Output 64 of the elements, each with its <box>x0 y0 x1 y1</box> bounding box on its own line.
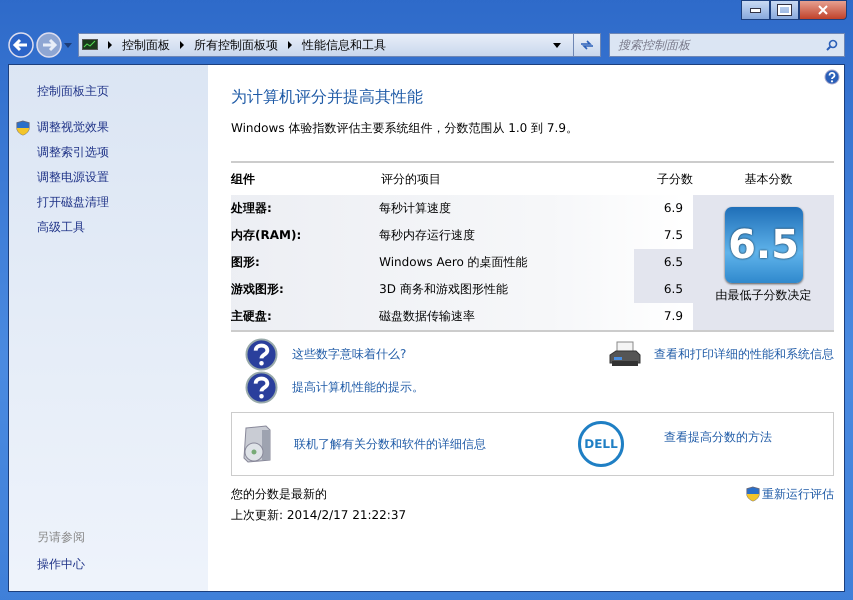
online-info-link[interactable]: 联机了解有关分数和软件的详细信息 <box>294 436 574 452</box>
table-cell-text: 处理器: <box>231 200 273 217</box>
breadcrumb-arrow-icon <box>180 41 184 49</box>
status-text: 您的分数是最新的 <box>231 486 328 503</box>
refresh-icon <box>580 39 594 51</box>
table-cell-text: 游戏图形: <box>231 281 285 298</box>
shield-icon <box>746 486 760 502</box>
minimize-button[interactable] <box>741 0 770 20</box>
breadcrumb[interactable]: 所有控制面板项 <box>194 36 278 54</box>
breadcrumb[interactable]: 性能信息和工具 <box>302 36 386 54</box>
help-link[interactable]: 这些数字意味着什么? <box>292 346 406 363</box>
search-field[interactable]: 搜索控制面板 <box>609 33 845 57</box>
table-cell-text: 3D 商务和游戏图形性能 <box>378 281 509 298</box>
score-badge: 6.5 <box>724 207 802 283</box>
table-cell-text: 主硬盘: <box>231 308 273 325</box>
column-header: 子分数 <box>656 170 694 188</box>
table-cell-text: 内存(RAM): <box>231 227 302 244</box>
shield-icon <box>16 120 30 136</box>
address-bar[interactable]: 控制面板 所有控制面板项 性能信息和工具 <box>78 33 601 57</box>
printer-icon <box>608 340 642 368</box>
dropdown-icon[interactable] <box>553 42 561 48</box>
sidebar-link[interactable]: 操作中心 <box>37 556 208 573</box>
description: Windows 体验指数评估主要系统组件，分数范围从 1.0 到 7.9。 <box>231 120 579 137</box>
close-icon <box>818 5 828 15</box>
breadcrumb[interactable]: 控制面板 <box>122 36 170 54</box>
table-cell-text: 图形: <box>231 254 261 271</box>
breadcrumb-arrow-icon <box>288 41 292 49</box>
help-link[interactable]: 提高计算机性能的提示。 <box>292 379 424 396</box>
logo: DELL <box>578 421 624 467</box>
help-icon <box>245 371 278 404</box>
improve-score-link[interactable]: 查看提高分数的方法 <box>664 429 772 446</box>
monitor-icon <box>82 39 98 51</box>
sidebar-link[interactable]: 控制面板主页 <box>37 83 109 100</box>
column-header: 基本分数 <box>744 170 794 188</box>
table-cell-text: Windows Aero 的桌面性能 <box>378 254 529 271</box>
close-button[interactable] <box>799 0 847 20</box>
sidebar-link[interactable]: 高级工具 <box>37 219 85 236</box>
column-header: 组件 <box>231 170 256 188</box>
last-update-text: 上次更新: 2014/2/17 21:22:37 <box>231 507 406 524</box>
help-icon[interactable] <box>824 69 840 85</box>
sidebar-link[interactable]: 打开磁盘清理 <box>37 194 109 211</box>
back-button[interactable] <box>8 32 34 58</box>
breadcrumb-arrow-icon <box>108 41 112 49</box>
rerun-link[interactable]: 重新运行评估 <box>762 486 834 503</box>
table-cell-text: 6.9 <box>662 200 684 217</box>
sidebar-link[interactable]: 调整索引选项 <box>37 144 109 161</box>
page-title: 为计算机评分并提高其性能 <box>231 87 424 108</box>
print-details-link[interactable]: 查看和打印详细的性能和系统信息 <box>654 346 834 363</box>
sidebar-link[interactable]: 调整电源设置 <box>37 169 109 186</box>
forward-button[interactable] <box>36 32 62 58</box>
table-cell-text: 磁盘数据传输速率 <box>378 308 476 325</box>
sidebar-link[interactable]: 调整视觉效果 <box>37 119 109 136</box>
column-header: 评分的项目 <box>381 170 442 188</box>
table-cell-text: 7.9 <box>662 308 684 325</box>
help-icon <box>245 338 278 371</box>
table-cell-text: 每秒内存运行速度 <box>378 227 476 244</box>
table-cell-text: 7.5 <box>662 227 684 244</box>
maximize-button[interactable] <box>770 0 799 20</box>
table-cell-text: 每秒计算速度 <box>378 200 452 217</box>
table-cell: 6.5 <box>634 249 693 276</box>
search-icon[interactable] <box>826 39 838 51</box>
table-cell: 6.5 <box>634 276 693 303</box>
base-score-note: 由最低子分数决定 <box>716 287 812 304</box>
see-also-heading: 另请参阅 <box>37 529 86 546</box>
